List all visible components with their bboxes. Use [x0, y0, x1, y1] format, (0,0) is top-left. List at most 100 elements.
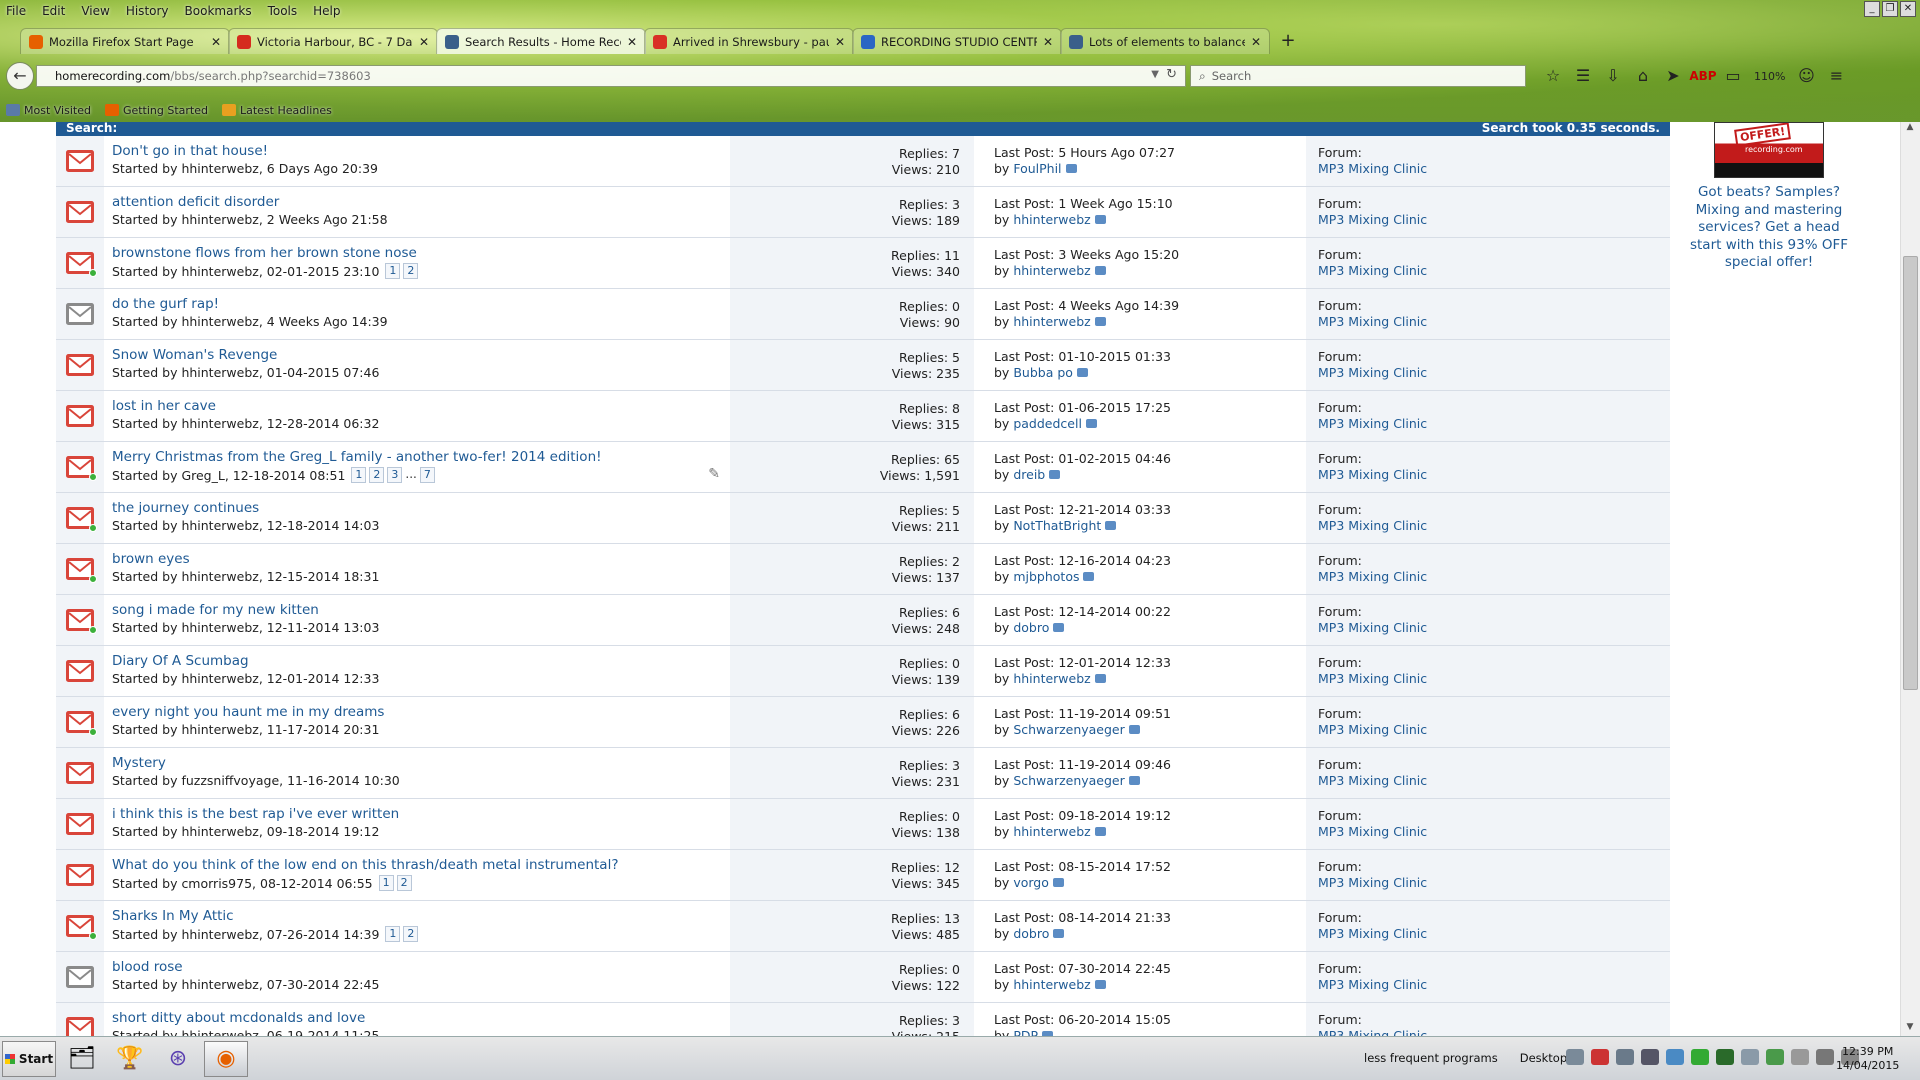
tab-4[interactable]: Arrived in Shrewsbury - paulf... ✕	[644, 28, 854, 54]
tray-label-programs[interactable]: less frequent programs	[1364, 1051, 1498, 1065]
last-post-user-link[interactable]: NotThatBright	[1013, 518, 1101, 533]
tab-2[interactable]: Victoria Harbour, BC - 7 Day ... ✕	[228, 28, 438, 54]
tab-6[interactable]: Lots of elements to balance - ... ✕	[1060, 28, 1270, 54]
smiley-icon[interactable]: ☺	[1791, 64, 1821, 88]
last-post-user-link[interactable]: paddedcell	[1013, 416, 1082, 431]
download-icon[interactable]: ⇩	[1598, 64, 1628, 88]
page-link[interactable]: 2	[369, 467, 385, 483]
last-post-user-link[interactable]: Schwarzenyaeger	[1013, 722, 1124, 737]
tab-close-icon[interactable]: ✕	[1251, 35, 1261, 49]
menu-item-history[interactable]: History	[126, 4, 169, 18]
ad-text[interactable]: Got beats? Samples? Mixing and mastering…	[1684, 184, 1854, 272]
forum-link[interactable]: MP3 Mixing Clinic	[1318, 1028, 1670, 1036]
home-icon[interactable]: ⌂	[1628, 64, 1658, 88]
scrollbar[interactable]: ▲ ▼	[1900, 122, 1920, 1036]
thread-title-link[interactable]: Don't go in that house!	[112, 143, 722, 160]
tab-close-icon[interactable]: ✕	[835, 35, 845, 49]
page-link[interactable]: 2	[403, 926, 419, 942]
last-post-user-link[interactable]: hhinterwebz	[1013, 212, 1090, 227]
tray-security-icon[interactable]	[1766, 1049, 1784, 1065]
go-to-last-post-icon[interactable]	[1053, 929, 1065, 938]
zoom-level[interactable]: 110%	[1754, 70, 1785, 83]
forum-link[interactable]: MP3 Mixing Clinic	[1318, 977, 1670, 993]
page-link[interactable]: 7	[419, 467, 435, 483]
go-to-last-post-icon[interactable]	[1094, 215, 1106, 224]
last-post-user-link[interactable]: vorgo	[1013, 875, 1049, 890]
thread-title-link[interactable]: brown eyes	[112, 551, 722, 568]
last-post-user-link[interactable]: dreib	[1013, 467, 1045, 482]
last-post-user-link[interactable]: dobro	[1013, 620, 1049, 635]
firefox-taskbar-icon[interactable]: ◉	[204, 1040, 248, 1077]
last-post-user-link[interactable]: hhinterwebz	[1013, 977, 1090, 992]
tab-close-icon[interactable]: ✕	[211, 35, 221, 49]
forum-link[interactable]: MP3 Mixing Clinic	[1318, 518, 1670, 534]
last-post-user-link[interactable]: dobro	[1013, 926, 1049, 941]
tab-5[interactable]: RECORDING STUDIO CENTR... ✕	[852, 28, 1062, 54]
thread-title-link[interactable]: song i made for my new kitten	[112, 602, 722, 619]
forum-link[interactable]: MP3 Mixing Clinic	[1318, 365, 1670, 381]
clock[interactable]: 12:39 PM 14/04/2015	[1836, 1045, 1899, 1073]
forum-link[interactable]: MP3 Mixing Clinic	[1318, 824, 1670, 840]
url-dropdown-icon[interactable]: ▼	[1151, 69, 1159, 80]
menu-item-tools[interactable]: Tools	[268, 4, 298, 18]
thread-title-link[interactable]: attention deficit disorder	[112, 194, 722, 211]
thread-title-link[interactable]: Merry Christmas from the Greg_L family -…	[112, 449, 722, 466]
new-tab-button[interactable]: +	[1276, 30, 1300, 54]
file-explorer-icon[interactable]: 🗂	[60, 1041, 104, 1077]
thread-title-link[interactable]: What do you think of the low end on this…	[112, 857, 722, 874]
page-link[interactable]: 1	[385, 926, 401, 942]
tray-eye-icon[interactable]	[1641, 1049, 1659, 1065]
page-link[interactable]: 2	[396, 875, 412, 891]
start-button[interactable]: Start	[2, 1040, 56, 1077]
last-post-user-link[interactable]: hhinterwebz	[1013, 263, 1090, 278]
media-app-icon[interactable]: ⊛	[156, 1041, 200, 1077]
forum-link[interactable]: MP3 Mixing Clinic	[1318, 212, 1670, 228]
scroll-up-icon[interactable]: ▲	[1901, 122, 1919, 136]
menu-item-view[interactable]: View	[81, 4, 109, 18]
go-to-last-post-icon[interactable]	[1094, 674, 1106, 683]
last-post-user-link[interactable]: hhinterwebz	[1013, 671, 1090, 686]
forum-link[interactable]: MP3 Mixing Clinic	[1318, 926, 1670, 942]
forum-link[interactable]: MP3 Mixing Clinic	[1318, 671, 1670, 687]
go-to-last-post-icon[interactable]	[1094, 980, 1106, 989]
page-link[interactable]: 1	[351, 467, 367, 483]
forum-link[interactable]: MP3 Mixing Clinic	[1318, 773, 1670, 789]
go-to-last-post-icon[interactable]	[1076, 368, 1088, 377]
go-to-last-post-icon[interactable]	[1094, 266, 1106, 275]
tray-shield-icon[interactable]	[1616, 1049, 1634, 1065]
go-to-last-post-icon[interactable]	[1049, 470, 1061, 479]
thread-title-link[interactable]: the journey continues	[112, 500, 722, 517]
page-link[interactable]: 1	[385, 263, 401, 279]
hamburger-menu-icon[interactable]: ≡	[1821, 64, 1851, 88]
bookmark-getting-started[interactable]: Getting Started	[104, 104, 208, 117]
reload-icon[interactable]: ↻	[1166, 67, 1177, 82]
forum-link[interactable]: MP3 Mixing Clinic	[1318, 722, 1670, 738]
thread-title-link[interactable]: every night you haunt me in my dreams	[112, 704, 722, 721]
window-icon[interactable]: ▭	[1718, 64, 1748, 88]
bookmark-latest-headlines[interactable]: Latest Headlines	[222, 104, 332, 117]
forum-link[interactable]: MP3 Mixing Clinic	[1318, 569, 1670, 585]
last-post-user-link[interactable]: Bubba po	[1013, 365, 1073, 380]
menu-item-file[interactable]: File	[6, 4, 26, 18]
tray-monitor-icon[interactable]	[1741, 1049, 1759, 1065]
last-post-user-link[interactable]: Schwarzenyaeger	[1013, 773, 1124, 788]
tab-3[interactable]: Search Results - Home Recor... ✕	[436, 28, 646, 54]
go-to-last-post-icon[interactable]	[1094, 827, 1106, 836]
last-post-user-link[interactable]: hhinterwebz	[1013, 824, 1090, 839]
tab-1[interactable]: Mozilla Firefox Start Page ✕	[20, 28, 230, 54]
bookmark-most-visited[interactable]: Most Visited	[6, 104, 91, 117]
tray-flag-icon[interactable]	[1791, 1049, 1809, 1065]
go-to-last-post-icon[interactable]	[1053, 623, 1065, 632]
reading-list-icon[interactable]: ☰	[1568, 64, 1598, 88]
thread-title-link[interactable]: blood rose	[112, 959, 722, 976]
thread-title-link[interactable]: Diary Of A Scumbag	[112, 653, 722, 670]
thread-title-link[interactable]: do the gurf rap!	[112, 296, 722, 313]
back-button[interactable]: ←	[6, 62, 34, 90]
forum-link[interactable]: MP3 Mixing Clinic	[1318, 416, 1670, 432]
last-post-user-link[interactable]: PDP	[1013, 1028, 1038, 1036]
menu-item-edit[interactable]: Edit	[42, 4, 65, 18]
forum-link[interactable]: MP3 Mixing Clinic	[1318, 314, 1670, 330]
forum-link[interactable]: MP3 Mixing Clinic	[1318, 263, 1670, 279]
last-post-user-link[interactable]: hhinterwebz	[1013, 314, 1090, 329]
send-icon[interactable]: ➤	[1658, 64, 1688, 88]
